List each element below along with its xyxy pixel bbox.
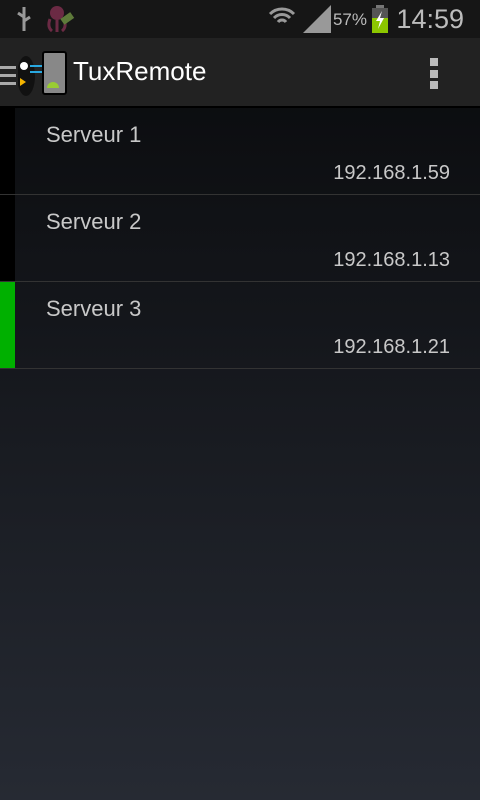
- server-ip: 192.168.1.59: [333, 162, 450, 184]
- clock: 14:59: [396, 4, 464, 34]
- server-ip: 192.168.1.21: [333, 336, 450, 358]
- server-name: Serveur 3: [46, 296, 142, 321]
- app-logo-icon: [18, 51, 67, 96]
- octopus-app-icon: [47, 6, 75, 33]
- server-ip: 192.168.1.13: [333, 249, 450, 271]
- battery-charging-icon: [372, 5, 388, 33]
- connection-status-indicator: [0, 195, 15, 281]
- server-name: Serveur 2: [46, 209, 142, 234]
- connection-status-indicator: [0, 282, 15, 368]
- wifi-icon: [268, 7, 296, 24]
- battery-percent: 57%: [332, 10, 367, 29]
- server-row[interactable]: Serveur 2 192.168.1.13: [0, 195, 480, 282]
- home-up-button[interactable]: [0, 50, 70, 98]
- connection-status-indicator: [0, 108, 15, 194]
- status-bar: 57% 14:59: [0, 0, 480, 38]
- drawer-menu-icon: [0, 66, 16, 85]
- server-row[interactable]: Serveur 1 192.168.1.59: [0, 108, 480, 195]
- server-row[interactable]: Serveur 3 192.168.1.21: [0, 282, 480, 369]
- server-list: Serveur 1 192.168.1.59 Serveur 2 192.168…: [0, 108, 480, 369]
- app-title: TuxRemote: [73, 56, 207, 86]
- overflow-menu-icon[interactable]: [430, 58, 444, 90]
- signal-icon: [303, 5, 331, 33]
- server-name: Serveur 1: [46, 122, 142, 147]
- action-bar: TuxRemote: [0, 38, 480, 108]
- usb-icon: [17, 7, 31, 31]
